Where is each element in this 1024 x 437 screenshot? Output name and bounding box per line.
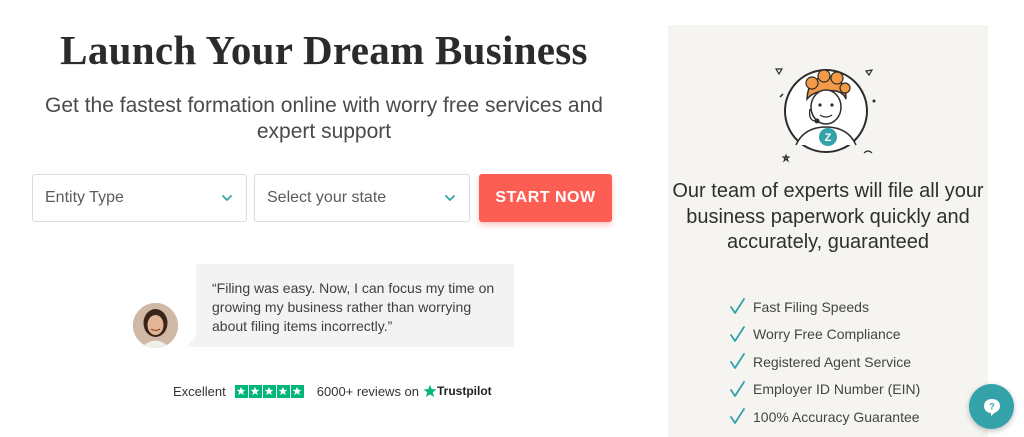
check-icon	[730, 353, 745, 370]
testimonial-text: “Filing was easy. Now, I can focus my ti…	[212, 280, 495, 334]
star-icon	[248, 384, 262, 398]
trustpilot-rating: Excellent 6000+ reviews on Trustpilot	[173, 382, 492, 400]
entity-type-select[interactable]: Entity Type	[32, 174, 247, 222]
list-item: Worry Free Compliance	[730, 321, 920, 349]
list-item: Employer ID Number (EIN)	[730, 376, 920, 404]
rating-label: Excellent	[173, 383, 226, 399]
chat-icon: ?	[983, 398, 1000, 416]
trustpilot-brand: Trustpilot	[437, 384, 492, 398]
hero-title: Launch Your Dream Business	[60, 27, 588, 73]
trustpilot-logo: Trustpilot	[423, 384, 492, 398]
state-select[interactable]: Select your state	[254, 174, 470, 222]
chevron-down-icon	[445, 195, 455, 201]
star-icon	[290, 384, 304, 398]
list-item: 100% Accuracy Guarantee	[730, 403, 920, 431]
reviews-count: 6000+ reviews on	[316, 383, 420, 399]
check-icon	[730, 380, 745, 397]
star-icon	[262, 384, 276, 398]
feature-list: Fast Filing Speeds Worry Free Compliance…	[730, 293, 920, 431]
feature-label: Registered Agent Service	[753, 353, 911, 370]
avatar	[133, 303, 178, 348]
entity-type-placeholder: Entity Type	[45, 189, 124, 206]
trustpilot-star-icon	[423, 384, 437, 398]
start-now-button[interactable]: START NOW	[479, 174, 612, 222]
expert-illustration: Z	[774, 68, 876, 163]
feature-label: 100% Accuracy Guarantee	[753, 408, 920, 425]
list-item: Fast Filing Speeds	[730, 293, 920, 321]
star-icon	[234, 384, 248, 398]
feature-label: Worry Free Compliance	[753, 326, 901, 343]
feature-label: Employer ID Number (EIN)	[753, 381, 921, 398]
svg-text:?: ?	[989, 401, 995, 411]
hero-subtitle: Get the fastest formation online with wo…	[45, 94, 603, 143]
list-item: Registered Agent Service	[730, 348, 920, 376]
state-placeholder: Select your state	[267, 189, 387, 206]
chevron-down-icon	[222, 195, 232, 201]
star-icon	[276, 384, 290, 398]
check-icon	[730, 325, 745, 342]
feature-label: Fast Filing Speeds	[753, 298, 869, 315]
testimonial-quote: “Filing was easy. Now, I can focus my ti…	[187, 264, 514, 347]
benefits-panel: Z Our team of experts will file all your…	[668, 25, 988, 437]
rating-stars	[234, 384, 305, 398]
svg-text:Z: Z	[825, 132, 832, 144]
check-icon	[730, 298, 745, 315]
chat-button[interactable]: ?	[969, 384, 1014, 429]
panel-title: Our team of experts will file all your b…	[672, 180, 984, 253]
check-icon	[730, 408, 745, 425]
